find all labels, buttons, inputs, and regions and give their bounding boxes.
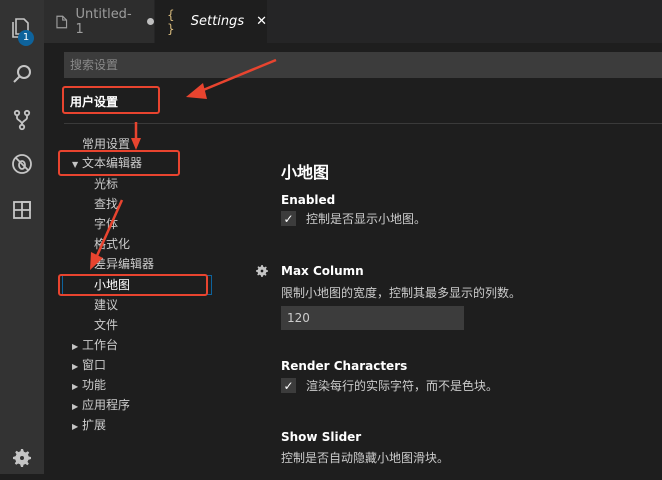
setting-row-enabled: ✓ 控制是否显示小地图。 [281,210,426,227]
collapsed-triangle-icon: ▶ [72,342,79,351]
enabled-checkbox[interactable]: ✓ [281,211,296,226]
file-icon [56,15,68,28]
tree-item-suggestions[interactable]: 建议 [94,296,118,313]
json-braces-icon: { } [167,7,175,36]
tree-item-cursor[interactable]: 光标 [94,175,118,192]
tree-item-format[interactable]: 格式化 [94,235,130,252]
tree-item-font[interactable]: 字体 [94,215,118,232]
activity-bar: 1 [0,0,44,474]
collapsed-triangle-icon: ▶ [72,422,79,431]
tree-item-window[interactable]: ▶ 窗口 [72,356,106,373]
setting-desc-render-characters: 渲染每行的实际字符，而不是色块。 [306,379,499,393]
manage-button[interactable] [0,436,44,480]
tree-item-extensions[interactable]: ▶ 扩展 [72,416,106,433]
settings-editor: 搜索设置 用户设置 常用设置 ▼ 文本编辑器 光标 查找 字体 格式化 差异编辑器… [44,43,662,474]
tree-label: 功能 [82,378,107,392]
annotation-box-minimap [58,274,208,296]
setting-desc-enabled: 控制是否显示小地图。 [306,212,427,226]
collapsed-triangle-icon: ▶ [72,382,79,391]
debug-icon [12,154,32,174]
annotation-box-user-settings [62,86,160,114]
tab-settings[interactable]: { } Settings ✕ [155,0,267,43]
search-settings-input[interactable]: 搜索设置 [64,52,662,78]
setting-title-show-slider: Show Slider [281,430,362,444]
setting-title-max-column: Max Column [281,264,364,278]
tree-label: 应用程序 [82,398,131,412]
tab-label: Untitled-1 [75,6,132,37]
render-characters-checkbox[interactable]: ✓ [281,378,296,393]
tab-bar: Untitled-1 { } Settings ✕ [44,0,662,43]
tree-label: 扩展 [82,418,107,432]
debug-button[interactable] [0,142,44,186]
gear-icon [13,449,31,467]
tree-item-find[interactable]: 查找 [94,195,118,212]
extensions-button[interactable] [0,188,44,232]
setting-title-enabled: Enabled [281,193,336,207]
source-control-icon [13,109,31,131]
collapsed-triangle-icon: ▶ [72,362,79,371]
tab-label: Settings [190,14,245,29]
setting-title-render-characters: Render Characters [281,359,408,373]
close-icon[interactable]: ✕ [256,14,267,29]
collapsed-triangle-icon: ▶ [72,402,79,411]
search-button[interactable] [0,52,44,96]
setting-desc-max-column: 限制小地图的宽度，控制其最多显示的列数。 [281,286,522,300]
tree-item-diff-editor[interactable]: 差异编辑器 [94,255,154,272]
divider [64,123,662,124]
gear-icon[interactable] [254,263,270,279]
source-control-button[interactable] [0,98,44,142]
tree-item-application[interactable]: ▶ 应用程序 [72,396,130,413]
tree-label: 窗口 [82,358,107,372]
setting-row-render-characters: ✓ 渲染每行的实际字符，而不是色块。 [281,377,498,394]
tab-untitled-1[interactable]: Untitled-1 [44,0,154,43]
search-icon [13,65,31,83]
max-column-input[interactable]: 120 [281,306,464,330]
setting-desc-show-slider: 控制是否自动隐藏小地图滑块。 [281,451,450,465]
annotation-box-text-editor [58,150,180,176]
tree-label: 工作台 [82,338,119,352]
section-title: 小地图 [281,163,330,182]
explorer-badge: 1 [18,30,34,46]
unsaved-dot-icon[interactable] [147,18,154,25]
tree-item-features[interactable]: ▶ 功能 [72,376,106,393]
tree-item-workbench[interactable]: ▶ 工作台 [72,336,118,353]
extensions-icon [13,201,31,219]
tree-item-files[interactable]: 文件 [94,316,118,333]
